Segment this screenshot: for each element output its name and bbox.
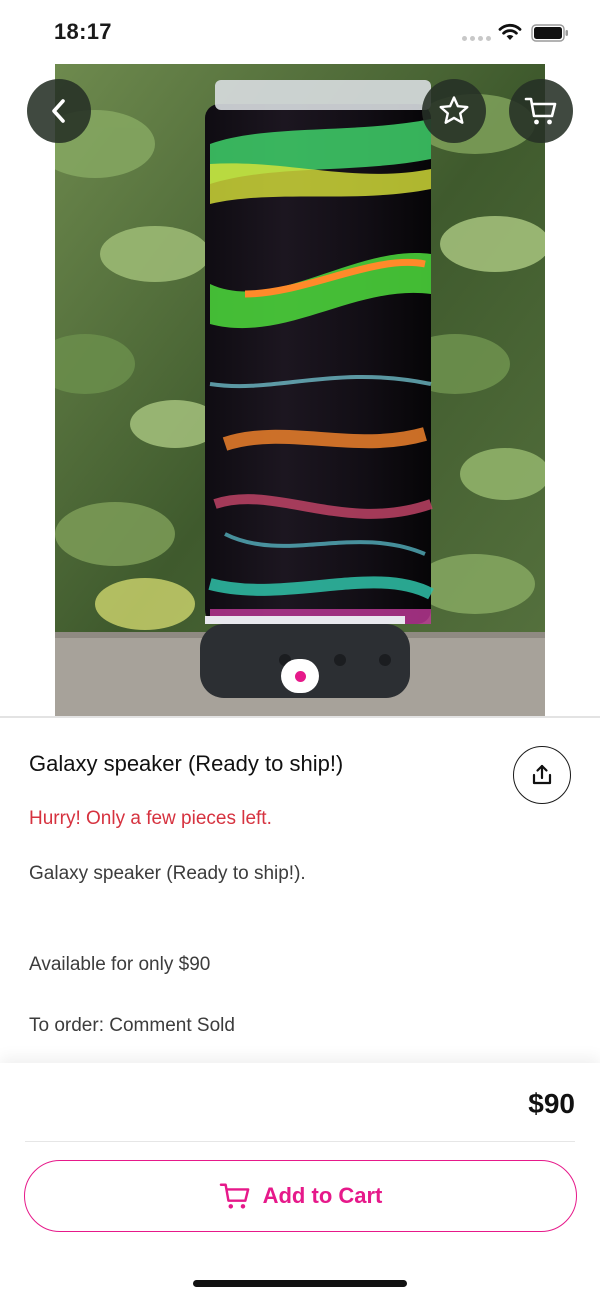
- status-time: 18:17: [54, 19, 112, 44]
- product-photo: [55, 64, 545, 716]
- product-details: Galaxy speaker (Ready to ship!) Hurry! O…: [0, 718, 600, 1063]
- add-to-cart-label: Add to Cart: [262, 1183, 383, 1208]
- product-title: Galaxy speaker (Ready to ship!): [29, 751, 344, 776]
- battery-icon: [531, 24, 568, 42]
- back-button[interactable]: [27, 79, 91, 143]
- cart-icon: [219, 1183, 249, 1209]
- description-line: Galaxy speaker (Ready to ship!).: [29, 863, 306, 884]
- status-bar: 18:17: [0, 0, 600, 64]
- wifi-icon: [498, 23, 522, 40]
- back-arrow-icon: [52, 99, 65, 123]
- stock-warning: Hurry! Only a few pieces left.: [29, 808, 272, 829]
- page-dot-active: [294, 670, 306, 682]
- cart-button[interactable]: [509, 79, 573, 143]
- favorite-button[interactable]: [422, 79, 486, 143]
- star-icon: [439, 96, 469, 124]
- home-indicator[interactable]: [193, 1280, 407, 1287]
- share-icon: [532, 764, 552, 785]
- share-button[interactable]: [513, 746, 571, 804]
- description-line: Available for only $90: [29, 954, 211, 975]
- product-image[interactable]: [55, 64, 545, 716]
- cellular-dots-icon: [462, 36, 491, 41]
- purchase-footer: $90 Add to Cart: [0, 1063, 600, 1299]
- add-to-cart-button[interactable]: Add to Cart: [24, 1160, 577, 1232]
- description-line: To order: Comment Sold: [29, 1015, 235, 1036]
- price: $90: [528, 1088, 575, 1119]
- cart-icon: [524, 97, 557, 125]
- footer-divider: [25, 1141, 575, 1142]
- image-page-indicator[interactable]: [281, 659, 319, 693]
